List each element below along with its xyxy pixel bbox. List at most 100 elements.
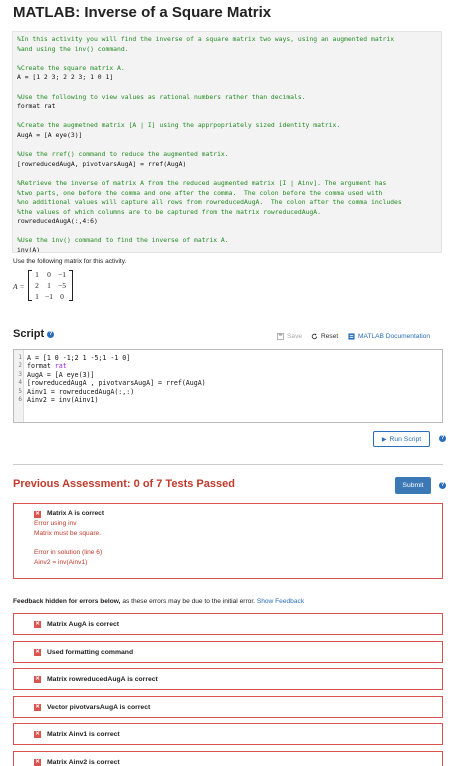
script-heading: Script? bbox=[13, 328, 55, 340]
test-name: Used formatting command bbox=[47, 648, 134, 656]
code-comment-line: %Use the rref() command to reduce the au… bbox=[17, 150, 229, 159]
code-line: [rowreducedAugA, pivotvarsAugA] = rref(A… bbox=[17, 159, 187, 168]
script-title: Script bbox=[13, 328, 45, 340]
matrix-cell: 0 bbox=[60, 292, 64, 301]
reset-button[interactable]: Reset bbox=[311, 333, 338, 340]
reset-label: Reset bbox=[321, 333, 339, 340]
test-name: Matrix rowreducedAugA is correct bbox=[47, 675, 158, 683]
test-name: Matrix A is correct bbox=[47, 510, 105, 517]
play-icon: ▶ bbox=[381, 436, 387, 443]
line-number: 5 bbox=[18, 387, 22, 395]
fail-icon: ✕ bbox=[34, 510, 41, 518]
test-result-panel[interactable]: ✕ Matrix A is correct Error using inv Ma… bbox=[13, 503, 443, 579]
script-line[interactable]: Ainv1 = rowreducedAugA(:,:) bbox=[27, 388, 206, 396]
script-line[interactable]: A = [1 0 -1;2 1 -5;1 -1 0] bbox=[27, 354, 206, 362]
matrix-a-display: A = 1 0 −1 2 1 −5 1 −1 0 bbox=[13, 269, 83, 303]
code-line: A = [1 2 3; 2 2 3; 1 0 1] bbox=[17, 73, 114, 82]
matrix-cell: −1 bbox=[58, 270, 66, 279]
test-row[interactable]: ✕ Matrix rowreducedAugA is correct bbox=[13, 668, 443, 690]
script-editor[interactable]: 123456 A = [1 0 -1;2 1 -5;1 -1 0] format … bbox=[13, 349, 443, 423]
code-comment-line: %Create the square matrix A. bbox=[17, 63, 125, 72]
script-code[interactable]: A = [1 0 -1;2 1 -5;1 -1 0] format rat AugA… bbox=[27, 354, 206, 404]
test-row[interactable]: ✕ Matrix AugA is correct bbox=[13, 613, 443, 635]
matrix-cell: 1 bbox=[35, 270, 39, 279]
fail-icon: ✕ bbox=[34, 730, 41, 738]
matlab-documentation-link[interactable]: MATLAB Documentation bbox=[348, 333, 430, 340]
test-name: Matrix AugA is correct bbox=[47, 620, 120, 628]
help-icon[interactable]: ? bbox=[47, 330, 55, 338]
feedback-bold: Feedback hidden for errors below, bbox=[13, 598, 121, 605]
code-line: inv(A) bbox=[17, 246, 41, 253]
matrix-cell: −1 bbox=[45, 292, 53, 301]
feedback-note: Feedback hidden for errors below, as the… bbox=[13, 598, 304, 605]
test-row[interactable]: ✕ Vector pivotvarsAugA is correct bbox=[13, 696, 443, 718]
help-icon[interactable]: ? bbox=[439, 482, 446, 489]
matrix-cell: 0 bbox=[47, 270, 51, 279]
line-number: 1 bbox=[18, 354, 22, 361]
error-message: Ainv2 = inv(Ainv1) bbox=[34, 559, 88, 566]
help-icon[interactable]: ? bbox=[439, 435, 446, 442]
run-script-label: Run Script bbox=[389, 435, 422, 443]
error-message: Matrix must be square. bbox=[34, 530, 102, 537]
script-line[interactable]: format rat bbox=[27, 362, 206, 370]
line-number-gutter: 123456 bbox=[14, 350, 24, 422]
matrix-cell: 2 bbox=[35, 281, 39, 290]
code-comment-line: %the values of which columns are to be c… bbox=[17, 207, 321, 216]
documentation-icon bbox=[348, 333, 355, 340]
test-result-header: ✕ Matrix A is correct bbox=[34, 509, 422, 519]
code-comment-line: %two parts, one before the comma and one… bbox=[17, 188, 383, 197]
code-comment-line: %no additional values will capture all r… bbox=[17, 198, 402, 207]
matrix-right-bracket bbox=[69, 270, 73, 301]
script-line[interactable]: AugA = [A eye(3)] bbox=[27, 371, 206, 379]
test-name: Matrix Ainv1 is correct bbox=[47, 730, 120, 738]
code-line: AugA = [A eye(3)] bbox=[17, 130, 83, 139]
section-divider bbox=[13, 464, 443, 465]
script-line[interactable]: [rowreducedAugA , pivotvarsAugA] = rref(… bbox=[27, 379, 206, 387]
script-line[interactable]: Ainv2 = inv(Ainv1) bbox=[27, 396, 206, 404]
error-message: Error using inv bbox=[34, 520, 77, 527]
code-comment-line: %and using the inv() command. bbox=[17, 44, 129, 53]
assessment-title: Previous Assessment: 0 of 7 Tests Passed bbox=[13, 478, 235, 490]
save-button[interactable]: Save bbox=[277, 333, 302, 340]
test-name: Matrix Ainv2 is correct bbox=[47, 758, 120, 766]
error-message: Error in solution (line 6) bbox=[34, 549, 103, 556]
save-icon bbox=[277, 333, 284, 340]
test-row[interactable]: ✕ Matrix Ainv1 is correct bbox=[13, 723, 443, 745]
fail-icon: ✕ bbox=[34, 758, 41, 766]
code-comment-line: %Retrieve the inverse of matrix A from t… bbox=[17, 178, 387, 187]
line-number: 6 bbox=[18, 396, 22, 404]
feedback-text: as these errors may be due to the initia… bbox=[120, 598, 257, 605]
fail-icon: ✕ bbox=[34, 648, 41, 656]
matrix-cell: 1 bbox=[35, 292, 39, 301]
code-line: rowreducedAugA(:,4:6) bbox=[17, 217, 98, 226]
matrix-cell: 1 bbox=[47, 281, 51, 290]
matrix-label: A = bbox=[13, 282, 25, 291]
code-comment-line: %Use the inv() command to find the inver… bbox=[17, 236, 229, 245]
line-number: 3 bbox=[18, 370, 22, 378]
documentation-label: MATLAB Documentation bbox=[358, 333, 431, 340]
matrix-cell: −5 bbox=[58, 281, 66, 290]
fail-icon: ✕ bbox=[34, 675, 41, 683]
example-code-block: %In this activity you will find the inve… bbox=[12, 31, 442, 253]
code-comment-line: %Create the augmetned matrix [A | I] usi… bbox=[17, 121, 341, 130]
reset-icon bbox=[311, 333, 318, 340]
code-line: format rat bbox=[17, 102, 56, 111]
test-row[interactable]: ✕ Used formatting command bbox=[13, 641, 443, 663]
fail-icon: ✕ bbox=[34, 703, 41, 711]
save-label: Save bbox=[287, 333, 303, 340]
submit-button[interactable]: Submit bbox=[395, 477, 431, 494]
matrix-instruction: Use the following matrix for this activi… bbox=[13, 258, 127, 265]
show-feedback-link[interactable]: Show Feedback bbox=[257, 598, 304, 605]
test-name: Vector pivotvarsAugA is correct bbox=[47, 703, 151, 711]
code-comment-line: %In this activity you will find the inve… bbox=[17, 35, 395, 43]
test-row[interactable]: ✕ Matrix Ainv2 is correct bbox=[13, 751, 443, 766]
line-number: 2 bbox=[18, 362, 22, 370]
page-title: MATLAB: Inverse of a Square Matrix bbox=[13, 4, 272, 21]
run-script-button[interactable]: ▶ Run Script bbox=[373, 431, 430, 447]
code-comment-line: %Use the following to view values as rat… bbox=[17, 92, 306, 101]
